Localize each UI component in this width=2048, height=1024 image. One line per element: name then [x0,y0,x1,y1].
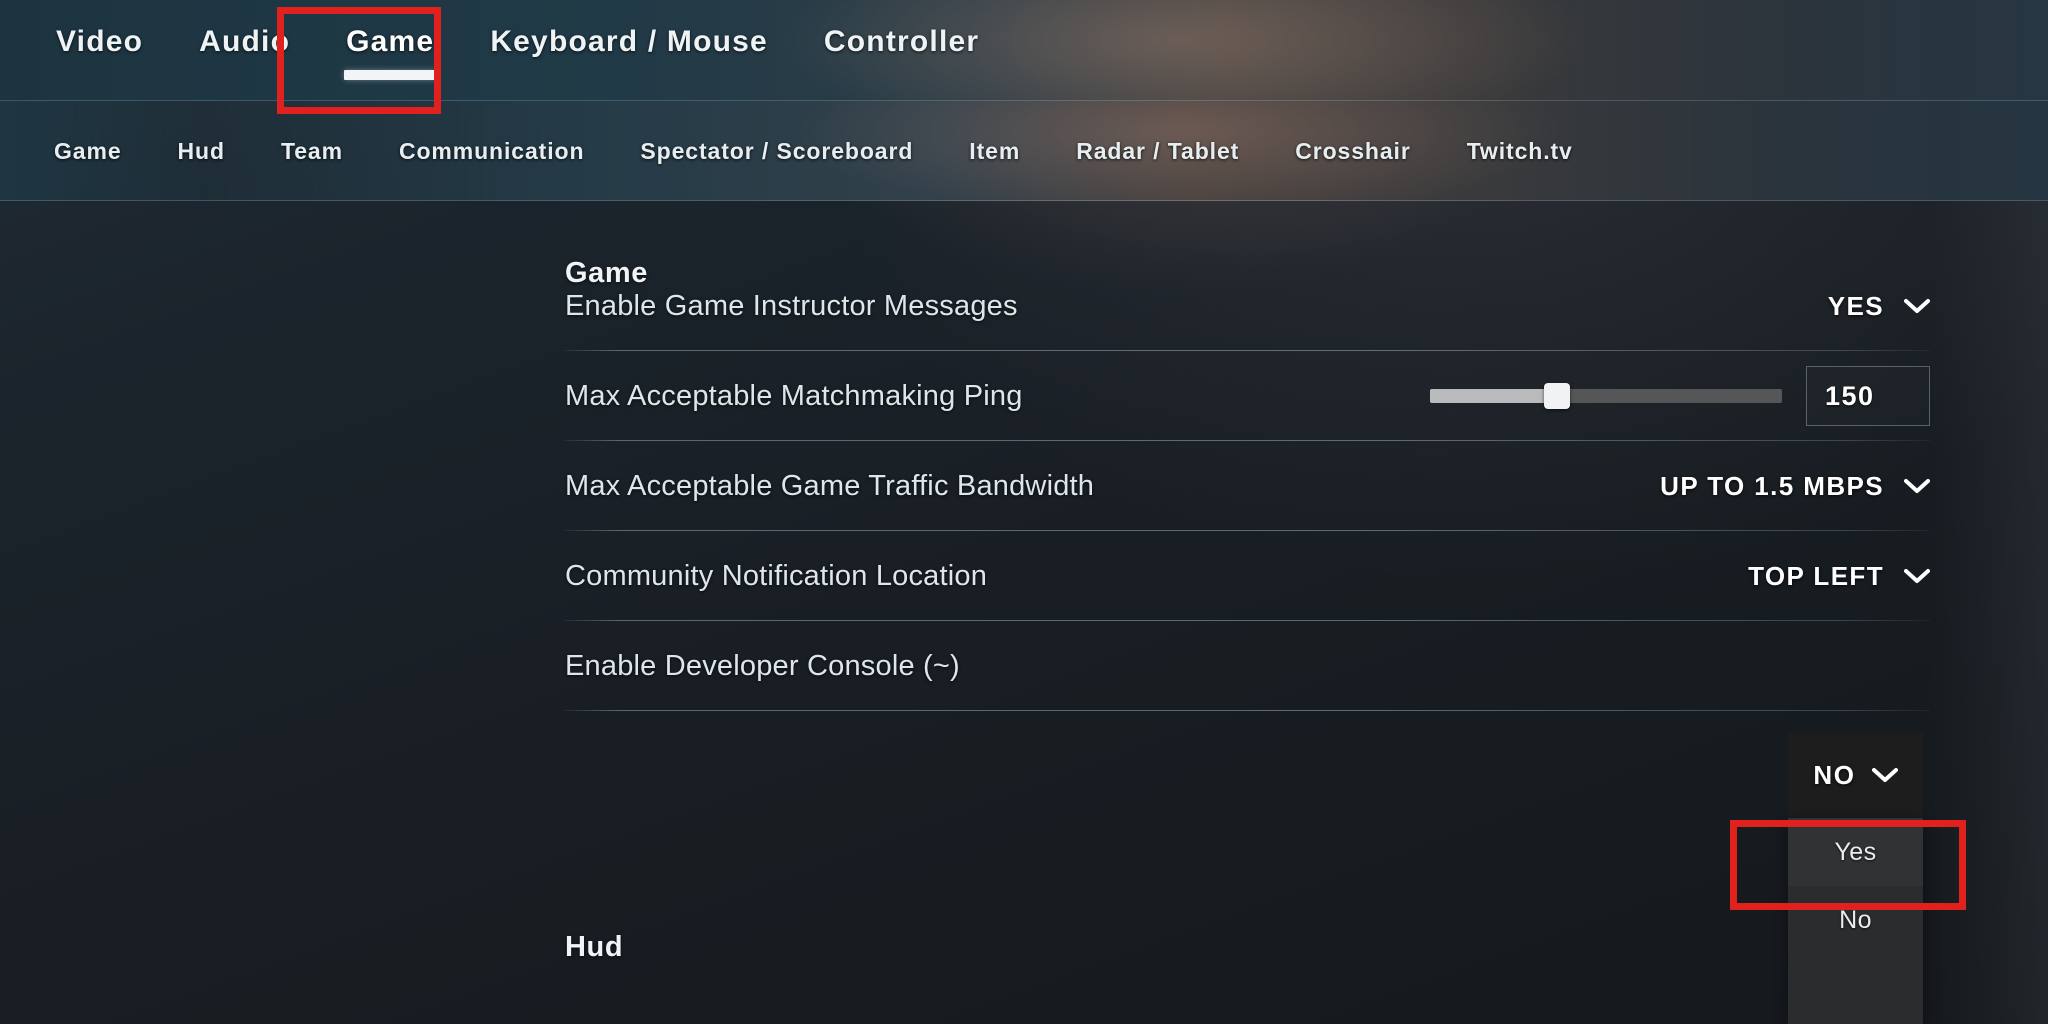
setting-label-matchmaking-ping: Max Acceptable Matchmaking Ping [565,379,1023,412]
setting-value-game-instructor: YES [1827,290,1884,321]
sub-tab-list: Game Hud Team Communication Spectator / … [26,101,1601,201]
settings-content: Game Enable Game Instructor Messages YES… [0,201,2048,1024]
subtab-radar-tablet[interactable]: Radar / Tablet [1048,138,1267,165]
subtab-spectator-scoreboard[interactable]: Spectator / Scoreboard [612,138,941,165]
setting-row-traffic-bandwidth: Max Acceptable Game Traffic Bandwidth UP… [565,441,1930,531]
tab-video-label: Video [56,25,144,58]
setting-row-developer-console: Enable Developer Console (~) [565,621,1930,711]
dropdown-option-yes[interactable]: Yes [1788,818,1923,886]
tab-game-label: Game [346,25,435,58]
tab-controller[interactable]: Controller [796,0,1007,101]
tab-audio[interactable]: Audio [171,0,318,101]
setting-label-notification-location: Community Notification Location [565,559,988,592]
slider-fill [1430,389,1557,403]
setting-control-matchmaking-ping: 150 [1430,366,1930,426]
tab-keyboard-mouse[interactable]: Keyboard / Mouse [462,0,796,101]
chevron-down-icon [1904,478,1930,494]
setting-label-traffic-bandwidth: Max Acceptable Game Traffic Bandwidth [565,469,1095,502]
developer-console-current-value: NO [1813,759,1856,790]
chevron-down-icon [1904,298,1930,314]
subtab-team[interactable]: Team [253,138,371,165]
main-tab-bar: Video Audio Game Keyboard / Mouse Contro… [0,0,2048,101]
setting-value-notification-location: TOP LEFT [1748,560,1884,591]
subtab-hud[interactable]: Hud [150,138,253,165]
subtab-game[interactable]: Game [26,138,150,165]
chevron-down-icon [1871,767,1898,783]
matchmaking-ping-input[interactable]: 150 [1806,366,1930,426]
section-title-hud: Hud [565,931,624,963]
setting-control-notification-location[interactable]: TOP LEFT [1748,561,1930,592]
setting-control-traffic-bandwidth[interactable]: UP TO 1.5 MBPS [1660,471,1930,502]
setting-label-developer-console: Enable Developer Console (~) [565,649,960,682]
matchmaking-ping-value: 150 [1825,380,1875,411]
setting-value-traffic-bandwidth: UP TO 1.5 MBPS [1660,470,1884,501]
subtab-item[interactable]: Item [941,138,1048,165]
chevron-down-icon [1904,568,1930,584]
setting-row-matchmaking-ping: Max Acceptable Matchmaking Ping 150 [565,351,1930,441]
slider-handle[interactable] [1543,383,1570,409]
setting-label-game-instructor: Enable Game Instructor Messages [565,289,1018,322]
row-divider [565,710,1930,711]
developer-console-dropdown-list: Yes No [1788,818,1923,1024]
subtab-crosshair[interactable]: Crosshair [1267,138,1438,165]
setting-control-game-instructor[interactable]: YES [1828,291,1930,322]
subtab-twitch-tv[interactable]: Twitch.tv [1439,138,1601,165]
tab-video[interactable]: Video [28,0,171,101]
tab-keyboard-mouse-label: Keyboard / Mouse [490,25,768,58]
active-tab-indicator [344,70,437,80]
tab-audio-label: Audio [199,25,291,58]
main-tab-list: Video Audio Game Keyboard / Mouse Contro… [28,0,1007,101]
developer-console-dropdown-button[interactable]: NO [1788,733,1923,817]
matchmaking-ping-slider[interactable] [1430,383,1782,409]
sub-tab-bar: Game Hud Team Communication Spectator / … [0,101,2048,201]
dropdown-option-no[interactable]: No [1788,886,1923,954]
subtab-communication[interactable]: Communication [371,138,612,165]
tab-controller-label: Controller [823,25,980,58]
settings-screen: Video Audio Game Keyboard / Mouse Contro… [0,0,2048,1024]
setting-row-notification-location: Community Notification Location TOP LEFT [565,531,1930,621]
tab-game[interactable]: Game [318,0,462,101]
setting-row-game-instructor: Enable Game Instructor Messages YES [565,261,1930,351]
